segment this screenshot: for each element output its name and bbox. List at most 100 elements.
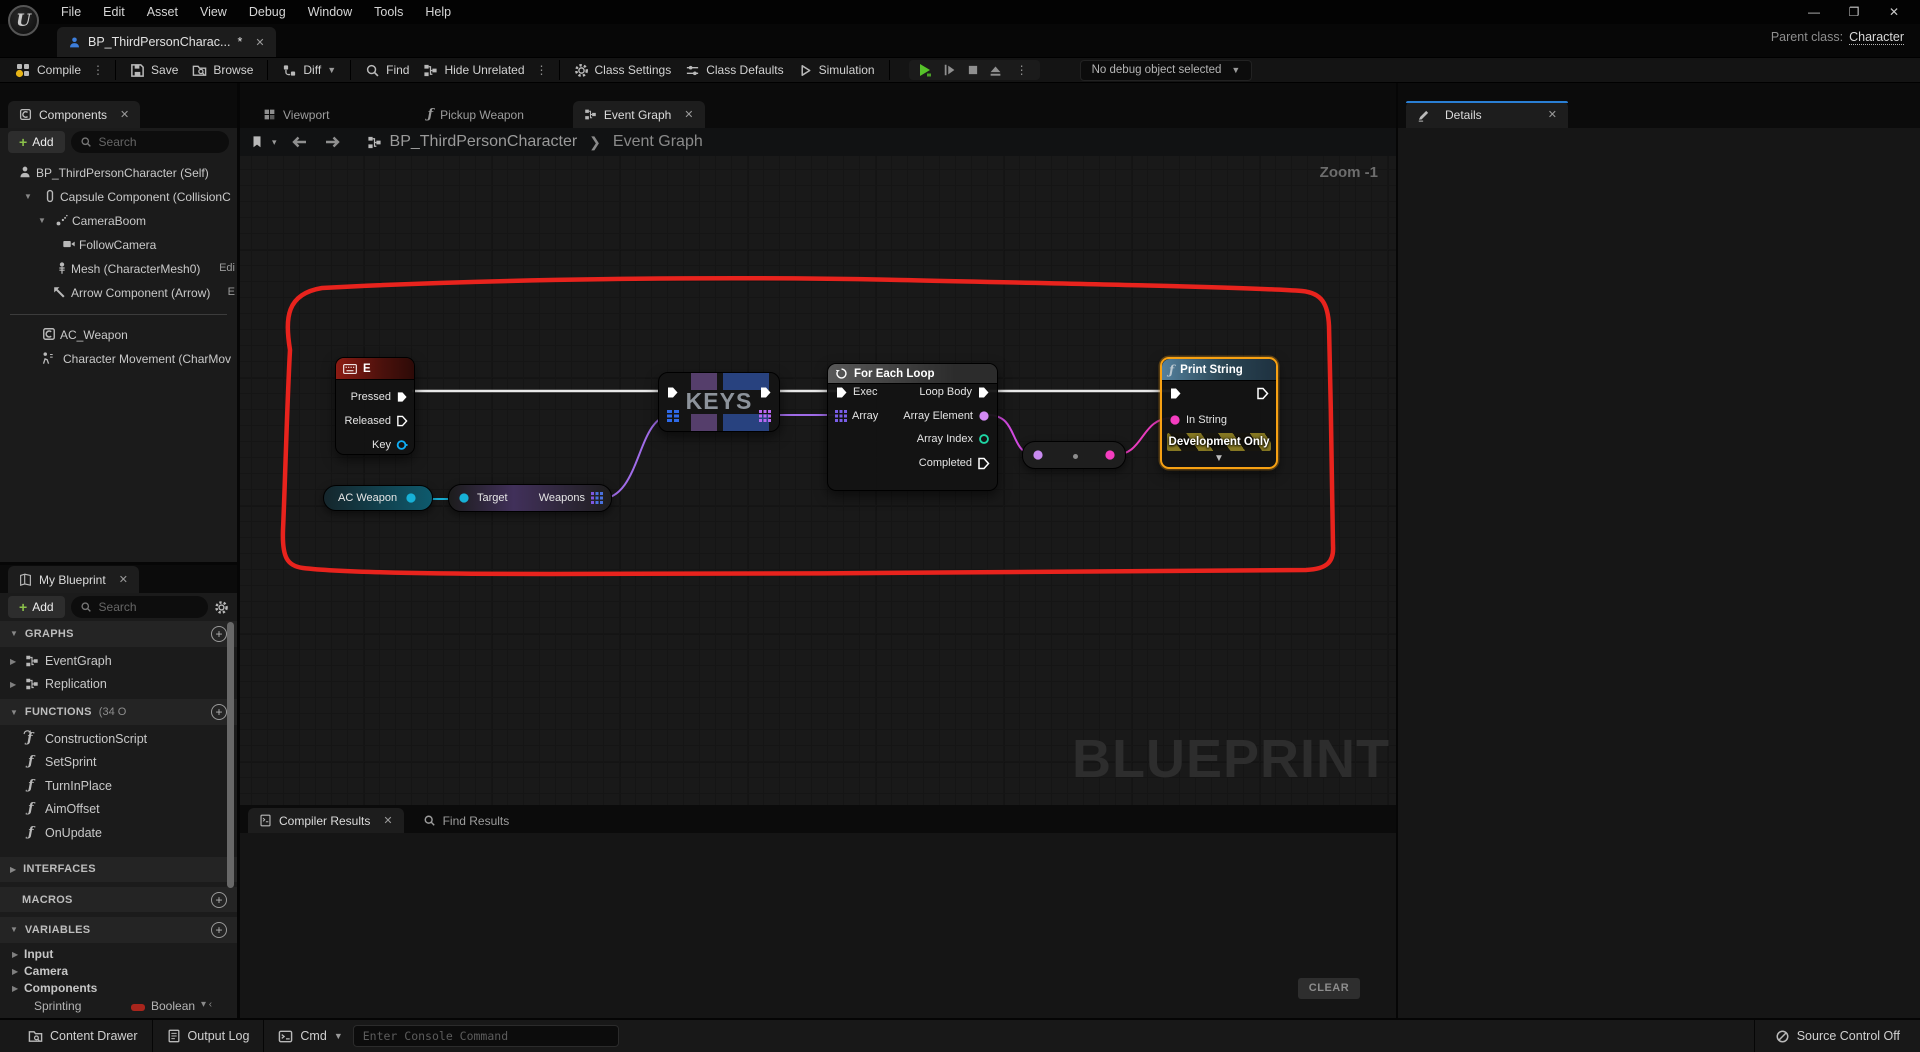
- component-row-mesh[interactable]: Mesh (CharacterMesh0) Edi: [0, 257, 237, 281]
- component-row-arrow[interactable]: Arrow Component (Arrow) E: [0, 281, 237, 305]
- node-print-string[interactable]: ƒ Print String In String Development Onl…: [1160, 357, 1278, 469]
- my-blueprint-search-input[interactable]: Search: [70, 596, 208, 619]
- expand-arrow-icon[interactable]: ▶: [10, 657, 16, 666]
- expand-arrow-icon[interactable]: ▶: [12, 984, 18, 993]
- collapse-arrow-icon[interactable]: ▼: [10, 629, 18, 638]
- add-macro-icon[interactable]: +: [211, 892, 227, 908]
- play-icon[interactable]: [917, 62, 933, 78]
- tab-details[interactable]: Details ✕: [1406, 101, 1568, 128]
- unreal-logo-icon[interactable]: U: [8, 5, 39, 36]
- menu-help[interactable]: Help: [414, 1, 462, 23]
- expand-arrow-icon[interactable]: ▶: [12, 967, 18, 976]
- exec-pin-icon[interactable]: [759, 386, 772, 399]
- cmd-selector[interactable]: Cmd ▼: [264, 1020, 343, 1052]
- pin-pressed[interactable]: Pressed: [351, 389, 408, 405]
- expand-arrow-icon[interactable]: ▼: [38, 216, 46, 225]
- component-row-capsule[interactable]: ▼ Capsule Component (CollisionC: [0, 185, 237, 209]
- simulation-button[interactable]: Simulation: [791, 60, 882, 81]
- exec-pin-icon[interactable]: [666, 386, 679, 399]
- tab-my-blueprint[interactable]: My Blueprint ✕: [8, 566, 139, 594]
- asset-tab-close-icon[interactable]: ✕: [255, 36, 264, 49]
- expand-arrow-icon[interactable]: ▶: [10, 865, 16, 874]
- menu-debug[interactable]: Debug: [238, 1, 297, 23]
- component-row-charmovement[interactable]: Character Movement (CharMov: [0, 347, 237, 371]
- section-variables[interactable]: ▼ VARIABLES +: [0, 917, 237, 943]
- add-graph-icon[interactable]: +: [211, 626, 227, 643]
- menu-file[interactable]: File: [50, 1, 92, 23]
- variable-widget-icons[interactable]: ▾ ‹: [201, 999, 212, 1010]
- output-log-button[interactable]: Output Log: [153, 1020, 264, 1052]
- source-control-button[interactable]: Source Control Off: [1755, 1020, 1920, 1052]
- function-row[interactable]: ƒ AimOffset: [0, 797, 237, 821]
- event-graph-tab-close-icon[interactable]: ✕: [684, 108, 693, 121]
- hide-unrelated-options-icon[interactable]: ⋮: [532, 63, 552, 77]
- menu-asset[interactable]: Asset: [136, 1, 189, 23]
- function-row[interactable]: ƒ ConstructionScript: [0, 727, 237, 751]
- pin-loop-body[interactable]: Loop Body: [919, 384, 990, 400]
- component-row-acweapon[interactable]: AC_Weapon: [0, 323, 237, 347]
- tab-viewport[interactable]: Viewport: [252, 101, 340, 128]
- event-graph-canvas[interactable]: ▾ BP_ThirdPersonCharacter ❯ Event Graph …: [240, 128, 1396, 805]
- tab-find-results[interactable]: Find Results: [412, 808, 521, 833]
- variable-category-camera[interactable]: ▶ Camera: [0, 962, 237, 979]
- eject-icon[interactable]: [989, 64, 1002, 77]
- compiler-tab-close-icon[interactable]: ✕: [383, 814, 392, 827]
- node-get-weapons[interactable]: Target Weapons: [448, 484, 612, 512]
- function-row[interactable]: ƒ OnUpdate: [0, 821, 237, 845]
- expand-arrow-icon[interactable]: ▶: [10, 680, 16, 689]
- stop-icon[interactable]: [967, 64, 979, 76]
- pin-exec-out[interactable]: [1256, 385, 1269, 401]
- section-macros[interactable]: MACROS +: [0, 887, 237, 913]
- node-map-keys[interactable]: KEYS: [658, 372, 780, 432]
- class-settings-button[interactable]: Class Settings: [567, 60, 679, 81]
- variable-row-sprinting[interactable]: Sprinting Boolean ▾ ‹: [0, 995, 237, 1018]
- edit-link[interactable]: Edi: [216, 262, 235, 274]
- play-options-icon[interactable]: ⋮: [1012, 63, 1032, 77]
- close-icon[interactable]: ✕: [1874, 2, 1914, 22]
- bookmark-icon[interactable]: [250, 135, 264, 149]
- expand-arrow-icon[interactable]: ▼: [24, 192, 32, 201]
- components-search-input[interactable]: Search: [70, 131, 229, 153]
- section-functions[interactable]: ▼ FUNCTIONS (34 O +: [0, 699, 237, 725]
- pin-array-element[interactable]: Array Element: [903, 408, 990, 424]
- section-graphs[interactable]: ▼ GRAPHS +: [0, 621, 237, 647]
- add-component-button[interactable]: + Add: [8, 131, 65, 153]
- console-command-input[interactable]: Enter Console Command: [352, 1025, 619, 1047]
- diff-button[interactable]: Diff ▼: [275, 60, 343, 81]
- tab-components[interactable]: Components ✕: [8, 101, 141, 128]
- map-pin-icon[interactable]: [667, 410, 679, 422]
- asset-tab[interactable]: BP_ThirdPersonCharac... * ✕: [57, 27, 276, 57]
- forward-arrow-icon[interactable]: [324, 135, 341, 149]
- compile-button[interactable]: Compile: [8, 59, 88, 81]
- pin-completed[interactable]: Completed: [919, 455, 990, 471]
- node-for-each-loop[interactable]: For Each Loop Exec Array Loop Body Array…: [827, 363, 998, 491]
- back-arrow-icon[interactable]: [291, 135, 308, 149]
- parent-class-link[interactable]: Character: [1849, 30, 1904, 45]
- details-tab-close-icon[interactable]: ✕: [1548, 108, 1557, 121]
- compile-options-icon[interactable]: ⋮: [88, 63, 108, 77]
- collapse-arrow-icon[interactable]: ▼: [10, 925, 18, 934]
- tab-compiler-results[interactable]: Compiler Results ✕: [248, 808, 404, 833]
- graph-row-eventgraph[interactable]: ▶ EventGraph: [0, 649, 237, 673]
- my-blueprint-tab-close-icon[interactable]: ✕: [119, 573, 128, 586]
- content-drawer-button[interactable]: Content Drawer: [14, 1020, 152, 1052]
- pin-released[interactable]: Released: [345, 413, 408, 429]
- pin-key[interactable]: Key: [372, 437, 408, 453]
- debug-object-select[interactable]: No debug object selected ▼: [1079, 59, 1253, 81]
- add-variable-icon[interactable]: +: [211, 922, 227, 939]
- breadcrumb-root[interactable]: BP_ThirdPersonCharacter: [390, 133, 578, 151]
- function-row[interactable]: ƒ SetSprint: [0, 750, 237, 774]
- save-button[interactable]: Save: [123, 60, 185, 81]
- find-button[interactable]: Find: [358, 60, 416, 81]
- node-expand-chevron-icon[interactable]: ▼: [1162, 453, 1276, 464]
- menu-view[interactable]: View: [189, 1, 238, 23]
- settings-gear-icon[interactable]: [214, 600, 229, 615]
- variable-category-input[interactable]: ▶ Input: [0, 945, 237, 962]
- clear-button[interactable]: CLEAR: [1298, 978, 1360, 999]
- pin-exec-in[interactable]: [1169, 385, 1182, 401]
- expand-arrow-icon[interactable]: ▶: [12, 950, 18, 959]
- menu-tools[interactable]: Tools: [363, 1, 414, 23]
- tab-pickup-weapon[interactable]: ƒ Pickup Weapon: [416, 101, 534, 128]
- pin-in-string[interactable]: In String: [1169, 412, 1227, 428]
- add-function-icon[interactable]: +: [211, 704, 227, 721]
